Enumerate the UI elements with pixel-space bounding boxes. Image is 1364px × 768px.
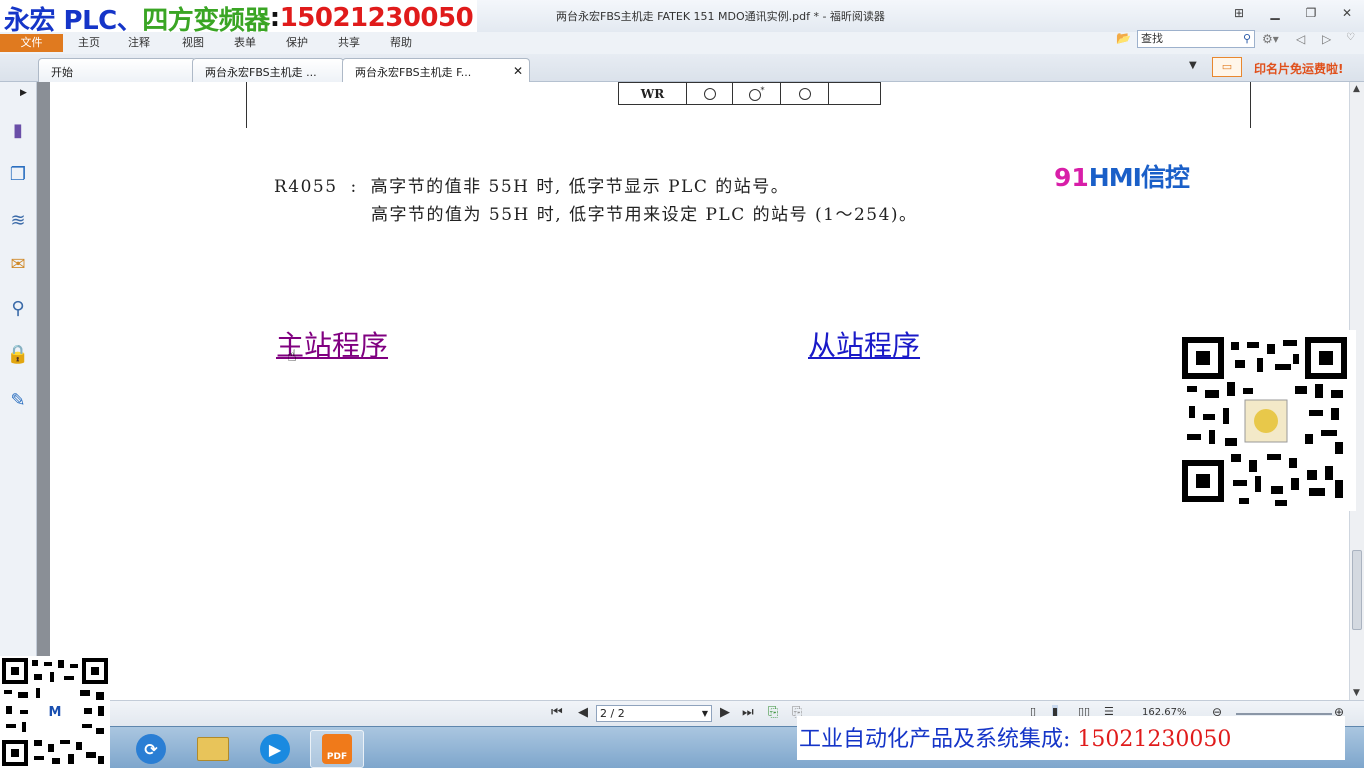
folder-icon xyxy=(197,737,229,761)
pages-icon[interactable]: ❐ xyxy=(6,162,30,186)
logo-number: 91 xyxy=(1054,163,1089,192)
pdf-reader-icon: PDF xyxy=(322,734,352,764)
circle-icon xyxy=(798,88,811,100)
gear-icon[interactable]: ⚙▾ xyxy=(1262,32,1279,46)
circle-icon xyxy=(703,88,716,100)
signature-icon[interactable]: ✎ xyxy=(6,388,30,412)
search-input-value: 查找 xyxy=(1141,32,1163,45)
qr-center-logo: M xyxy=(49,705,62,720)
register-label: R4055 xyxy=(274,177,338,197)
qr-code-image xyxy=(1182,337,1347,506)
tab-label: 两台永宏FBS主机走 ... xyxy=(205,66,317,79)
table-cell xyxy=(828,82,881,105)
qr-code-left: M xyxy=(0,656,110,768)
first-page-icon[interactable]: ⏮ xyxy=(551,705,563,720)
pdf-reader-label: PDF xyxy=(326,752,348,762)
tab-home[interactable]: 主页 xyxy=(78,34,100,50)
last-page-icon[interactable]: ⏭ xyxy=(742,705,754,720)
top-watermark: 永宏 PLC、 四方变频器 : 15021230050 xyxy=(0,0,478,36)
tab-comment[interactable]: 注释 xyxy=(128,34,150,50)
watermark-colon: : xyxy=(269,3,280,33)
watermark-phone: 15021230050 xyxy=(279,3,474,33)
pdf-page: WR * R4055 : 高字节的值非 55H 时, 低字节显示 PLC 的站号… xyxy=(50,82,1349,700)
tab-file[interactable]: 文件 xyxy=(0,34,63,52)
window-controls: ⊞ ▁ ❐ ✕ xyxy=(1228,4,1358,22)
tab-document-2[interactable]: 两台永宏FBS主机走 F... ✕ xyxy=(342,58,530,82)
tab-label: 开始 xyxy=(51,66,73,79)
tab-form[interactable]: 表单 xyxy=(234,34,256,50)
logo-hmi: HMI xyxy=(1088,163,1142,192)
search-icon[interactable]: ⚲ xyxy=(1243,31,1251,47)
left-sidebar: ▶ ▮ ❐ ≋ ✉ ⚲ 🔒 ✎ xyxy=(0,82,37,700)
previous-view-icon[interactable]: ⎘ xyxy=(768,705,778,720)
qr-code-right xyxy=(1175,330,1356,511)
qr-code-image: M xyxy=(2,658,108,766)
register-desc-2: 高字节的值为 55H 时, 低字节用来设定 PLC 的站号 (1～254)。 xyxy=(371,205,918,225)
watermark-slogan: 工业自动化产品及系统集成: xyxy=(799,727,1071,752)
taskbar-browser[interactable]: ⟳ xyxy=(124,730,178,768)
layers-icon[interactable]: ≋ xyxy=(6,208,30,232)
tab-protect[interactable]: 保护 xyxy=(286,34,308,50)
search-input[interactable]: 查找 ⚲ xyxy=(1137,30,1255,48)
r4055-line-1: R4055 : 高字节的值非 55H 时, 低字节显示 PLC 的站号。 xyxy=(274,172,789,197)
table-cell: * xyxy=(732,82,781,105)
bottom-watermark: 工业自动化产品及系统集成: 15021230050 xyxy=(797,716,1345,760)
table-border-left xyxy=(246,82,247,128)
tab-help[interactable]: 帮助 xyxy=(390,34,412,50)
scroll-down-icon[interactable]: ▼ xyxy=(1353,688,1360,698)
lock-icon[interactable]: 🔒 xyxy=(6,342,30,366)
forward-icon[interactable]: ▷ xyxy=(1322,32,1331,46)
page-number-value: 2 / 2 xyxy=(600,707,625,720)
folder-search-icon[interactable]: 📂 xyxy=(1116,31,1131,45)
table-cell xyxy=(780,82,829,105)
watermark-bottom-phone: 15021230050 xyxy=(1077,727,1232,752)
taskbar-pdf-reader[interactable]: PDF xyxy=(310,730,364,768)
hand-cursor-icon: ☝ xyxy=(287,346,297,365)
back-icon[interactable]: ◁ xyxy=(1296,32,1305,46)
taskbar-explorer[interactable] xyxy=(186,730,240,768)
table-cell xyxy=(686,82,733,105)
tab-view[interactable]: 视图 xyxy=(182,34,204,50)
business-card-icon[interactable]: ▭ xyxy=(1212,57,1242,77)
taskbar-media-player[interactable]: ▶ xyxy=(248,730,302,768)
expand-icon[interactable]: ▶ xyxy=(20,88,27,98)
register-desc-1: 高字节的值非 55H 时, 低字节显示 PLC 的站号。 xyxy=(370,177,790,197)
tab-document-1[interactable]: 两台永宏FBS主机走 ... xyxy=(192,58,344,82)
page-gutter xyxy=(37,82,50,700)
scroll-thumb[interactable] xyxy=(1352,550,1362,630)
prev-page-icon[interactable]: ◀ xyxy=(578,705,588,720)
slave-program-link[interactable]: 从站程序 xyxy=(808,324,920,364)
close-button[interactable]: ✕ xyxy=(1336,4,1358,22)
table-row: WR * xyxy=(618,82,881,105)
ad-banner[interactable]: 印名片免运费啦! xyxy=(1254,60,1343,77)
logo-cn: 信控 xyxy=(1140,163,1190,192)
window-title: 两台永宏FBS主机走 FATEK 151 MDO通讯实例.pdf * - 福昕阅… xyxy=(556,10,885,23)
document-tabs: 开始 两台永宏FBS主机走 ... 两台永宏FBS主机走 F... ✕ ▼ ▭ … xyxy=(0,54,1364,82)
91hmi-logo: 91HMI信控 xyxy=(1054,158,1190,194)
zoom-slider[interactable] xyxy=(1236,713,1332,715)
close-icon[interactable]: ✕ xyxy=(513,64,523,78)
browser-icon: ⟳ xyxy=(136,734,166,764)
chevron-down-icon[interactable]: ♡ xyxy=(1346,32,1355,43)
table-cell: WR xyxy=(618,82,687,105)
attachment-icon[interactable]: ⚲ xyxy=(6,296,30,320)
media-player-icon: ▶ xyxy=(260,734,290,764)
register-sep: : xyxy=(350,177,358,197)
restore-button[interactable]: ❐ xyxy=(1300,4,1322,22)
layout-icon[interactable]: ⊞ xyxy=(1228,4,1250,22)
minimize-button[interactable]: ▁ xyxy=(1264,4,1286,22)
tab-label: 两台永宏FBS主机走 F... xyxy=(355,66,472,79)
register-table: WR * xyxy=(618,82,881,105)
tab-start[interactable]: 开始 xyxy=(38,58,196,82)
next-page-icon[interactable]: ▶ xyxy=(720,705,730,720)
tab-share[interactable]: 共享 xyxy=(338,34,360,50)
circle-star-icon xyxy=(748,88,761,101)
tabs-menu-icon[interactable]: ▼ xyxy=(1189,60,1197,71)
chevron-down-icon[interactable]: ▼ xyxy=(702,706,708,721)
table-border-right xyxy=(1250,82,1251,128)
bookmark-icon[interactable]: ▮ xyxy=(6,118,30,142)
scroll-up-icon[interactable]: ▲ xyxy=(1353,84,1360,94)
page-number-select[interactable]: 2 / 2 ▼ xyxy=(596,705,712,722)
comments-icon[interactable]: ✉ xyxy=(6,252,30,276)
